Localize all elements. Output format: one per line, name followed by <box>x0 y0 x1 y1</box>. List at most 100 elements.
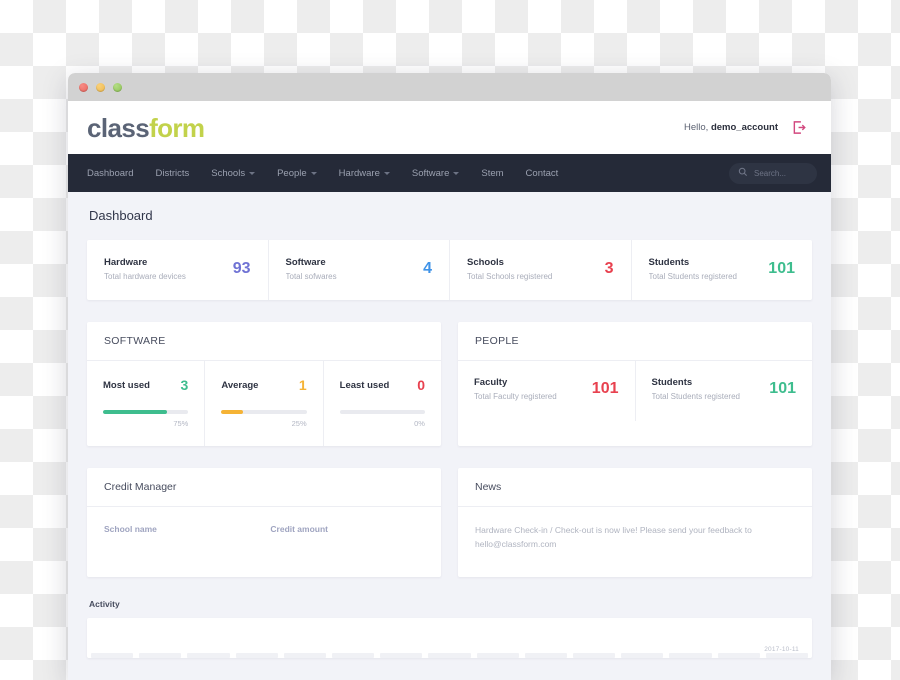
nav-item-hardware[interactable]: Hardware <box>339 168 390 179</box>
activity-bar <box>91 653 134 659</box>
software-metric-average[interactable]: Average 1 25% <box>205 361 324 446</box>
activity-bar <box>139 653 182 659</box>
activity-bar <box>332 653 375 659</box>
stat-subtitle: Total Students registered <box>648 272 738 281</box>
column-header-credit-amount: Credit amount <box>270 524 329 534</box>
page-title: Dashboard <box>89 208 153 223</box>
activity-bar <box>187 653 230 659</box>
credit-manager-table: School name Credit amount <box>87 507 441 560</box>
progress-bar-track <box>339 410 425 414</box>
brand-header: classform Hello, demo_account <box>68 101 831 154</box>
software-people-row: SOFTWARE Most used 3 75% Average 1 25% L… <box>87 322 812 446</box>
stat-title: Hardware <box>104 257 148 268</box>
account-name: demo_account <box>710 122 778 133</box>
nav-label: Dashboard <box>87 167 134 179</box>
metric-subtitle: Total Students registered <box>651 392 741 401</box>
nav-item-people[interactable]: People <box>277 168 317 179</box>
news-panel: News Hardware Check-in / Check-out is no… <box>458 468 812 578</box>
metric-value: 1 <box>298 377 307 393</box>
browser-window: classform Hello, demo_account Dashboard … <box>68 73 831 680</box>
progress-percent-label: 75% <box>173 419 189 428</box>
greeting-prefix: Hello, <box>684 122 709 133</box>
main-navigation: Dashboard Districts Schools People Hardw… <box>68 154 831 192</box>
news-heading: News <box>458 468 812 507</box>
metric-value: 101 <box>591 380 619 397</box>
activity-bar <box>283 653 327 659</box>
software-panel-heading: SOFTWARE <box>87 322 441 361</box>
stat-value: 4 <box>423 260 432 277</box>
greeting: Hello, demo_account <box>684 122 778 133</box>
software-panel: SOFTWARE Most used 3 75% Average 1 25% L… <box>87 322 441 446</box>
window-titlebar <box>68 73 831 101</box>
metric-label: Average <box>221 379 259 391</box>
chevron-down-icon <box>383 171 390 175</box>
activity-bar <box>428 653 471 659</box>
activity-bar <box>235 653 278 659</box>
stat-cards-row: Hardware Total hardware devices 93 Softw… <box>87 240 812 300</box>
maximize-window-button[interactable] <box>113 82 122 92</box>
column-header-school-name: School name <box>104 524 157 534</box>
stat-card-hardware[interactable]: Hardware Total hardware devices 93 <box>87 240 269 300</box>
search-icon <box>738 164 748 182</box>
people-metric-faculty[interactable]: Faculty Total Faculty registered 101 <box>458 361 636 421</box>
activity-bars <box>87 651 812 659</box>
activity-heading: Activity <box>89 599 120 610</box>
credit-manager-panel: Credit Manager School name Credit amount <box>87 468 441 578</box>
account-area: Hello, demo_account <box>684 120 807 135</box>
metric-value: 101 <box>769 380 796 397</box>
stat-value: 101 <box>768 260 795 277</box>
nav-item-dashboard[interactable]: Dashboard <box>87 168 133 179</box>
activity-bar <box>765 653 809 659</box>
nav-label: Districts <box>155 167 190 179</box>
nav-item-districts[interactable]: Districts <box>155 168 189 179</box>
activity-bar <box>573 653 616 659</box>
activity-bar <box>380 653 423 659</box>
stat-subtitle: Total hardware devices <box>104 272 186 281</box>
logo-text-class: class <box>87 112 150 143</box>
progress-percent-label: 25% <box>291 419 307 428</box>
metric-subtitle: Total Faculty registered <box>474 392 557 401</box>
people-metric-students[interactable]: Students Total Students registered 101 <box>636 361 813 421</box>
nav-item-software[interactable]: Software <box>412 168 460 179</box>
activity-bar <box>717 653 760 659</box>
nav-label: People <box>277 167 307 179</box>
minimize-window-button[interactable] <box>96 82 105 92</box>
metric-title: Students <box>651 377 693 388</box>
close-window-button[interactable] <box>79 82 88 92</box>
progress-bar-track <box>103 410 189 414</box>
software-metric-most-used[interactable]: Most used 3 75% <box>87 361 206 446</box>
stat-title: Software <box>285 257 326 268</box>
metric-value: 3 <box>180 377 189 393</box>
stat-title: Schools <box>467 257 504 268</box>
chevron-down-icon <box>249 171 256 175</box>
software-metric-least-used[interactable]: Least used 0 0% <box>324 361 441 446</box>
app-logo[interactable]: classform <box>87 112 205 143</box>
activity-bar <box>621 653 664 659</box>
news-body-text: Hardware Check-in / Check-out is now liv… <box>475 525 752 550</box>
stat-card-students[interactable]: Students Total Students registered 101 <box>632 240 813 300</box>
dashboard-content: Dashboard Hardware Total hardware device… <box>68 192 831 680</box>
chevron-down-icon <box>453 171 460 175</box>
progress-percent-label: 0% <box>414 419 425 428</box>
progress-bar-track <box>221 410 307 414</box>
activity-chart-card[interactable]: 2017-10-11 <box>87 618 812 659</box>
nav-label: Hardware <box>338 167 380 179</box>
metric-label: Least used <box>339 379 390 391</box>
nav-label: Contact <box>525 167 559 179</box>
stat-value: 93 <box>232 260 251 277</box>
nav-label: Schools <box>211 167 246 179</box>
metric-label: Most used <box>103 379 150 391</box>
activity-bar <box>669 653 712 659</box>
search-placeholder: Search... <box>754 168 787 178</box>
people-panel-heading: PEOPLE <box>458 322 812 361</box>
activity-section: Activity 2017-10-11 <box>87 599 812 659</box>
credit-news-row: Credit Manager School name Credit amount… <box>87 468 812 578</box>
stat-card-schools[interactable]: Schools Total Schools registered 3 <box>450 240 632 300</box>
nav-item-schools[interactable]: Schools <box>211 167 256 179</box>
metric-title: Faculty <box>474 377 508 388</box>
logout-icon[interactable] <box>792 120 807 135</box>
nav-item-stem[interactable]: Stem <box>481 168 503 179</box>
nav-item-contact[interactable]: Contact <box>526 168 559 179</box>
search-box[interactable]: Search... <box>729 162 817 184</box>
stat-card-software[interactable]: Software Total sofwares 4 <box>269 240 450 300</box>
